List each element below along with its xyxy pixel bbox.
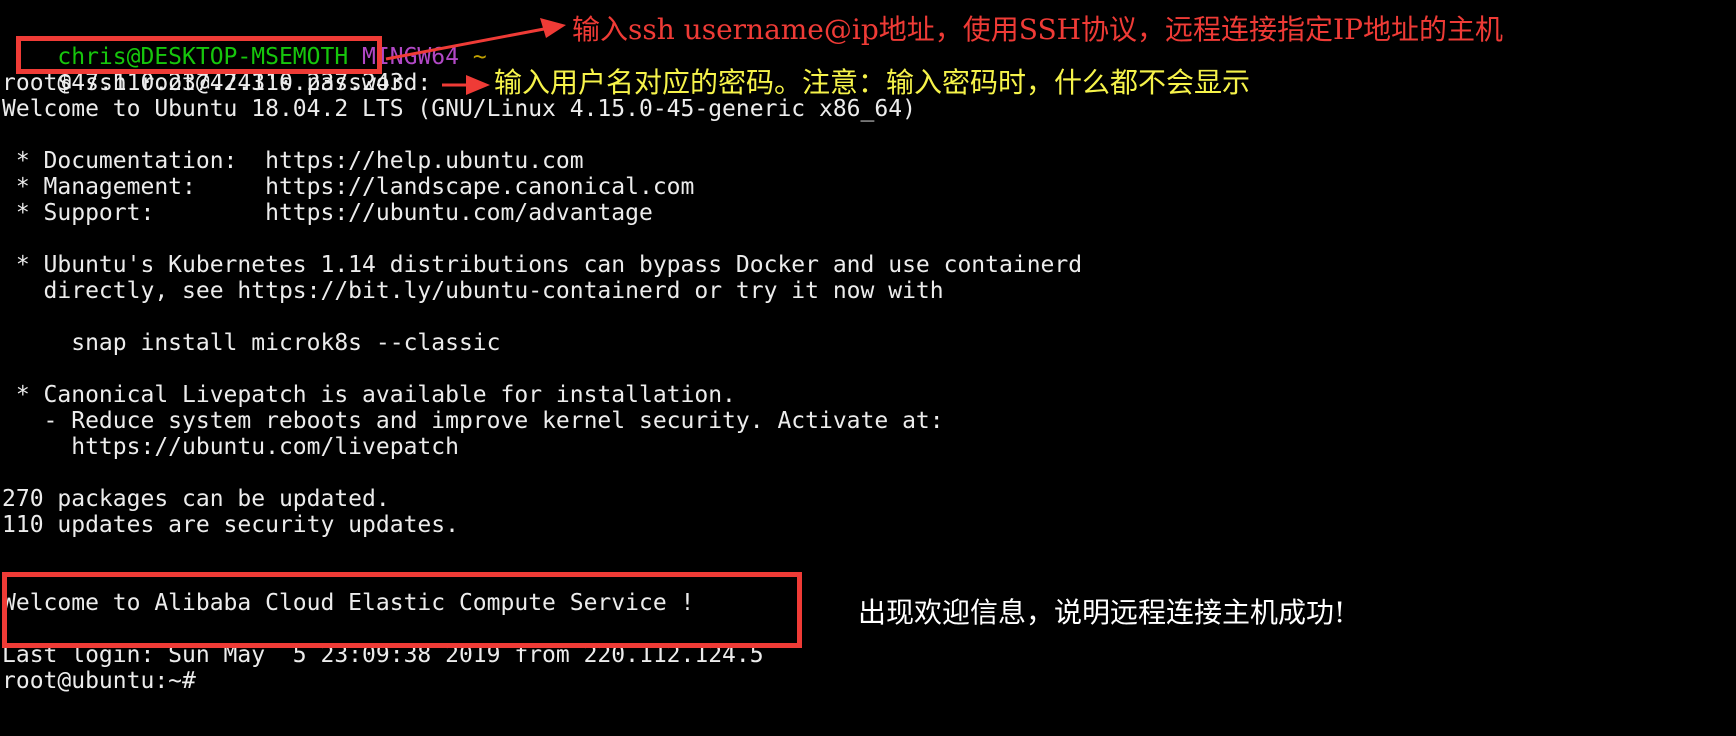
- arrow-to-command-icon: [385, 18, 566, 61]
- annotation-ssh-note: 输入ssh username@ip地址，使用SSH协议，远程连接指定IP地址的主…: [572, 13, 1503, 46]
- annotation-password-note: 输入用户名对应的密码。注意：输入密码时，什么都不会显示: [494, 66, 1251, 99]
- terminal-window[interactable]: chris@DESKTOP-MSEMOTH MINGW64 ~ $ ssh ro…: [0, 0, 1736, 736]
- annotation-welcome-note: 出现欢迎信息，说明远程连接主机成功!: [858, 596, 1346, 629]
- arrow-to-password-icon: [442, 75, 490, 95]
